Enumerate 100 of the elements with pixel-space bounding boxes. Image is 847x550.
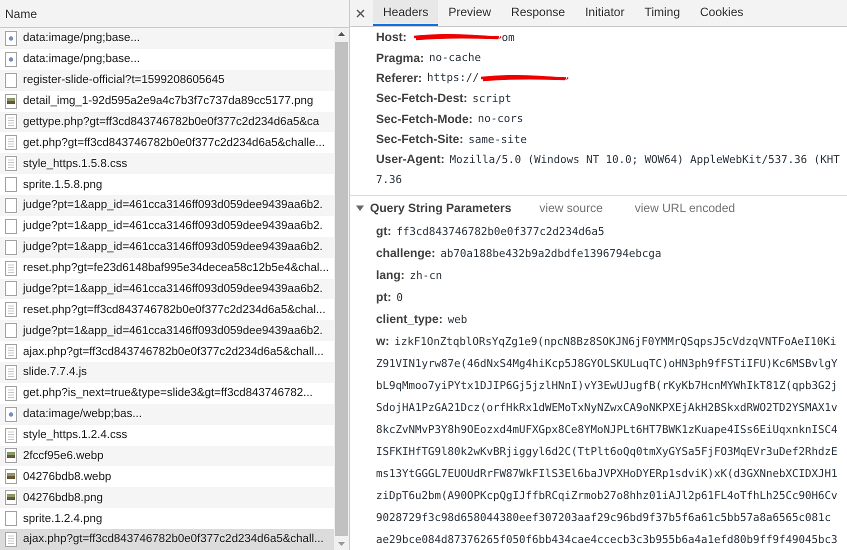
request-row[interactable]: detail_img_1-92d595a2e9a4c7b3f7c737da89cc5177.png — [0, 90, 334, 112]
request-name: style_https.1.2.4.css — [23, 429, 128, 442]
header-value: script — [472, 92, 512, 105]
blank-file-icon — [5, 240, 17, 255]
header-value: Mozilla/5.0 (Windows NT 10.0; WOW64) AppleWebKit/537.36 (KHT — [450, 152, 840, 166]
header-name: User-Agent: — [376, 152, 445, 166]
panel-tab[interactable]: Headers — [373, 0, 438, 26]
request-row[interactable]: 04276bdb8.png — [0, 487, 334, 508]
request-name: get.php?is_next=true&type=slide3&gt=ff3cd843746782... — [23, 387, 313, 400]
param-name: challenge: — [376, 246, 436, 260]
request-name: register-slide-official?t=1599208605645 — [23, 74, 224, 86]
header-value: https:// — [427, 71, 480, 84]
image-file-icon — [5, 406, 17, 422]
document-icon — [5, 428, 17, 443]
request-name: judge?pt=1&app_id=461cca3146ff093d059dee9439aa6b2. — [23, 324, 323, 337]
request-row[interactable]: judge?pt=1&app_id=461cca3146ff093d059dee9439aa6b2. — [0, 236, 334, 258]
request-row[interactable]: reset.php?gt=ff3cd843746782b0e0f377c2d234d6a5&chal... — [0, 299, 334, 320]
request-row[interactable]: data:image/webp;bas... — [0, 404, 334, 425]
header-name: Sec-Fetch-Dest: — [376, 91, 468, 106]
request-row[interactable]: slide.7.7.4.js — [0, 362, 334, 383]
request-name: judge?pt=1&app_id=461cca3146ff093d059dee9439aa6b2. — [23, 199, 323, 212]
request-row[interactable]: judge?pt=1&app_id=461cca3146ff093d059dee9439aa6b2. — [0, 216, 334, 237]
param-value: Z91VIN1yrw87e(46dNxS4Mg4hiKcp5J8GYOLSKULuqTC)oHN3ph9fFSTiIFU)Kc6MSBvlgY — [376, 356, 838, 370]
param-name: pt: — [376, 290, 392, 304]
param-value: ff3cd843746782b0e0f377c2d234d6a5 — [396, 224, 604, 238]
request-row[interactable]: judge?pt=1&app_id=461cca3146ff093d059dee9439aa6b2. — [0, 195, 334, 216]
request-row[interactable]: sprite.1.5.8.png — [0, 174, 334, 195]
panel-tab[interactable]: Preview — [438, 0, 502, 26]
request-row[interactable]: 04276bdb8.webp — [0, 466, 334, 488]
document-icon — [5, 114, 17, 130]
param-value: ae29bce084d87376265f050f6bb434cae4ccecb3c3b955b6a4a1efd80b9ff9f49045bc3 — [376, 532, 838, 546]
panel-tab[interactable]: Response — [501, 0, 576, 26]
param-name: gt: — [376, 224, 392, 238]
request-name: data:image/png;base... — [23, 32, 140, 44]
document-icon — [5, 364, 17, 380]
close-icon[interactable] — [356, 8, 365, 18]
request-name: judge?pt=1&app_id=461cca3146ff093d059dee9439aa6b2. — [23, 220, 323, 232]
name-column-header[interactable]: Name — [0, 0, 349, 28]
image-file-icon — [5, 30, 17, 46]
request-name: gettype.php?gt=ff3cd843746782b0e0f377c2d234d6a5&ca — [23, 116, 320, 128]
param-value: SdojHA1PzGA21Dcz(orfHkRx1dWEMoTxNyNZwxCA9oNKPXEjAkH2BSkxdRWO2TD2YSMAX1v — [376, 400, 838, 414]
expanded-triangle-icon[interactable] — [356, 204, 364, 212]
param-value: ms13YtGGGL7EUOUdRrFW87WkFIlS3El6baJVPXHoDYERp1sdviK)xK(d3GXNnebXCIDXJH1 — [376, 466, 838, 480]
request-name: 04276bdb8.webp — [23, 470, 112, 483]
request-row[interactable]: register-slide-official?t=1599208605645 — [0, 70, 334, 91]
request-name: reset.php?gt=ff3cd843746782b0e0f377c2d234d6a5&chal... — [23, 304, 326, 316]
view-link[interactable]: view source — [539, 201, 603, 215]
header-name: Referer: — [376, 70, 422, 85]
document-icon — [5, 156, 17, 172]
blank-file-icon — [5, 177, 17, 192]
request-name: detail_img_1-92d595a2e9a4c7b3f7c737da89cc5177.png — [23, 95, 314, 108]
request-row[interactable]: gettype.php?gt=ff3cd843746782b0e0f377c2d234d6a5&ca — [0, 112, 334, 132]
scrollbar-thumb[interactable] — [335, 42, 348, 536]
request-name: judge?pt=1&app_id=461cca3146ff093d059dee9439aa6b2. — [23, 282, 323, 295]
param-value: izkF1OnZtqblORsYqZg1e9(npcN8Bz8SOKJN6jF0YMMrQSqpsJ5cVdzqVNTFoAeI10Ki — [394, 334, 836, 348]
request-row[interactable]: style_https.1.2.4.css — [0, 424, 334, 446]
section-title: Query String Parameters — [370, 201, 512, 215]
request-row[interactable]: data:image/png;base... — [0, 48, 334, 70]
param-value: zh-cn — [410, 268, 442, 282]
document-icon — [5, 344, 17, 360]
request-row[interactable]: ajax.php?gt=ff3cd843746782b0e0f377c2d234d6a5&chall... — [0, 341, 334, 362]
document-icon — [5, 260, 17, 276]
request-row[interactable]: sprite.1.2.4.png — [0, 508, 334, 529]
header-value: 7.36 — [376, 173, 402, 186]
blank-file-icon — [5, 218, 17, 234]
panel-tab[interactable]: Timing — [634, 0, 690, 26]
panel-tab[interactable]: Cookies — [690, 0, 754, 26]
request-row[interactable]: judge?pt=1&app_id=461cca3146ff093d059dee9439aa6b2. — [0, 320, 334, 342]
scrollbar[interactable] — [334, 28, 349, 550]
view-link[interactable]: view URL encoded — [634, 201, 736, 215]
request-name: data:image/png;base... — [23, 53, 140, 66]
blank-file-icon — [5, 323, 17, 338]
param-value: 8kcZvNMvP3Y8h9OEozxd4mUFXGpx8Ce8YMoNJPLt6HT7BWK1zKuape4ISs6EiUqxnknISC4 — [376, 422, 838, 436]
header-value: no-cache — [429, 51, 482, 64]
document-icon — [5, 532, 17, 547]
blank-file-icon — [5, 72, 17, 88]
request-row[interactable]: get.php?gt=ff3cd843746782b0e0f377c2d234d6a5&challe... — [0, 132, 334, 154]
panel-tab[interactable]: Initiator — [575, 0, 634, 26]
param-name: w: — [376, 334, 390, 348]
request-row[interactable]: get.php?is_next=true&type=slide3&gt=ff3cd843746782... — [0, 382, 334, 404]
image-thumbnail-icon — [5, 94, 17, 109]
request-name: style_https.1.5.8.css — [23, 158, 128, 170]
document-icon — [5, 302, 17, 318]
request-row[interactable]: ajax.php?gt=ff3cd843746782b0e0f377c2d234d6a5&chall... — [0, 529, 334, 550]
param-value: 0 — [396, 290, 403, 304]
request-name: sprite.1.2.4.png — [23, 512, 102, 525]
image-file-icon — [5, 52, 17, 67]
document-icon — [5, 386, 17, 401]
request-row[interactable]: 2fccf95e6.webp — [0, 446, 334, 466]
param-value: bL9qMmoo7yiPYtx1DJIP6Gj5jzlHNnI)vY3EwUJugfB(rKyKb7HcnMYWhIkT81Z(qpb3G2j — [376, 378, 838, 392]
request-row[interactable]: judge?pt=1&app_id=461cca3146ff093d059dee9439aa6b2. — [0, 278, 334, 300]
param-value: ziDpT6u2bm(A90OPKcpQgIJffbRCqiZrmob27o8hhz01iAJl2p61FL4oTfhLh25Cc90H6Cv — [376, 488, 838, 502]
request-row[interactable]: data:image/png;base... — [0, 28, 334, 49]
request-row[interactable]: reset.php?gt=fe23d6148baf995e34decea58c12b5e4&chal... — [0, 258, 334, 278]
request-row[interactable]: style_https.1.5.8.css — [0, 153, 334, 174]
request-name: reset.php?gt=fe23d6148baf995e34decea58c12b5e4&chal... — [23, 262, 329, 274]
blank-file-icon — [5, 198, 17, 213]
request-name: sprite.1.5.8.png — [23, 178, 102, 191]
image-thumbnail-icon — [5, 490, 17, 506]
request-name: slide.7.7.4.js — [23, 366, 87, 378]
